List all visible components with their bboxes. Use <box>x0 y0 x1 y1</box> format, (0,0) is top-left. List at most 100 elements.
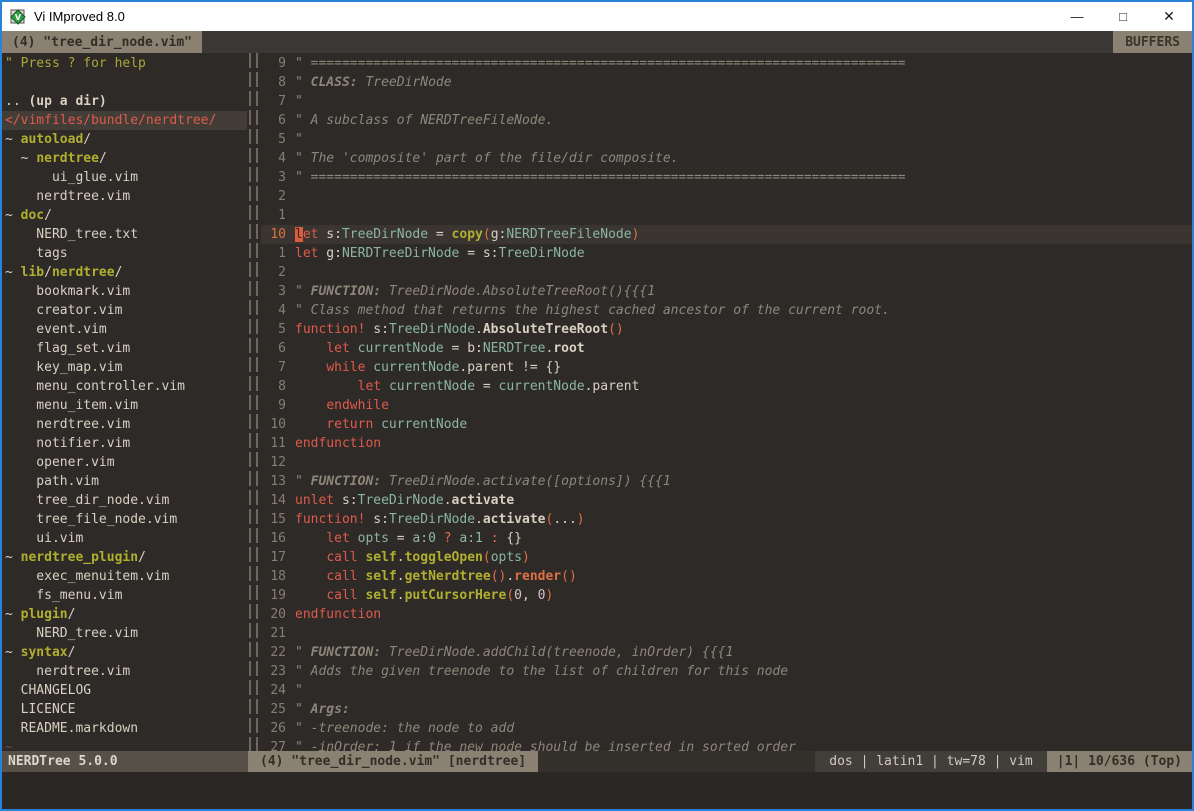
maximize-button[interactable]: □ <box>1100 2 1146 31</box>
code-line[interactable]: 8" CLASS: TreeDirNode <box>261 73 1192 92</box>
text-segment: currentNode <box>358 341 444 356</box>
text-segment <box>295 531 326 546</box>
code-line[interactable]: 2 <box>261 263 1192 282</box>
tree-row[interactable]: README.markdown <box>2 719 247 738</box>
line-number: 9 <box>261 54 295 73</box>
tree-row[interactable]: ~ plugin/ <box>2 605 247 624</box>
code-line[interactable]: 23" Adds the given treenode to the list … <box>261 662 1192 681</box>
tree-row[interactable]: opener.vim <box>2 453 247 472</box>
text-segment: / <box>99 151 107 166</box>
active-buffer-tab[interactable]: (4) "tree_dir_node.vim" <box>2 31 202 53</box>
code-line[interactable]: 16 let opts = a:0 ? a:1 : {} <box>261 529 1192 548</box>
code-line[interactable]: 14unlet s:TreeDirNode.activate <box>261 491 1192 510</box>
code-line[interactable]: 6" A subclass of NERDTreeFileNode. <box>261 111 1192 130</box>
tree-row[interactable]: ui.vim <box>2 529 247 548</box>
line-number: 6 <box>261 339 295 358</box>
tree-row[interactable]: .. (up a dir) <box>2 92 247 111</box>
close-button[interactable]: ✕ <box>1146 2 1192 31</box>
code-line-current[interactable]: 10let s:TreeDirNode = copy(g:NERDTreeFil… <box>261 225 1192 244</box>
tree-row[interactable]: tags <box>2 244 247 263</box>
code-line[interactable]: 19 call self.putCursorHere(0, 0) <box>261 586 1192 605</box>
tree-row[interactable]: event.vim <box>2 320 247 339</box>
code-line[interactable]: 18 call self.getNerdtree().render() <box>261 567 1192 586</box>
tree-row[interactable]: ~ doc/ <box>2 206 247 225</box>
text-segment: notifier.vim <box>5 436 130 451</box>
code-text: " <box>295 92 303 111</box>
tree-row[interactable]: key_map.vim <box>2 358 247 377</box>
tree-row[interactable]: " Press ? for help <box>2 54 247 73</box>
tree-row[interactable]: ui_glue.vim <box>2 168 247 187</box>
code-line[interactable]: 2 <box>261 187 1192 206</box>
code-line[interactable]: 5" <box>261 130 1192 149</box>
code-line[interactable]: 1let g:NERDTreeDirNode = s:TreeDirNode <box>261 244 1192 263</box>
code-line[interactable]: 3" FUNCTION: TreeDirNode.AbsoluteTreeRoo… <box>261 282 1192 301</box>
vertical-split-separator[interactable] <box>247 53 261 751</box>
tree-row[interactable]: ~ nerdtree/ <box>2 149 247 168</box>
text-segment: () <box>491 569 507 584</box>
line-number: 14 <box>261 491 295 510</box>
text-segment: tree_file_node.vim <box>5 512 177 527</box>
code-line[interactable]: 25" Args: <box>261 700 1192 719</box>
tree-row[interactable]: menu_controller.vim <box>2 377 247 396</box>
code-text: let currentNode = currentNode.parent <box>295 377 639 396</box>
tree-row[interactable]: tree_dir_node.vim <box>2 491 247 510</box>
tree-row[interactable]: ~ lib/nerdtree/ <box>2 263 247 282</box>
tree-row-selected[interactable]: </vimfiles/bundle/nerdtree/ <box>2 111 247 130</box>
code-line[interactable]: 24" <box>261 681 1192 700</box>
code-line[interactable]: 20endfunction <box>261 605 1192 624</box>
command-line[interactable] <box>2 772 1192 809</box>
text-segment: endfunction <box>295 436 381 451</box>
code-line[interactable]: 4" The 'composite' part of the file/dir … <box>261 149 1192 168</box>
tree-row[interactable]: path.vim <box>2 472 247 491</box>
tree-row[interactable]: NERD_tree.txt <box>2 225 247 244</box>
code-line[interactable]: 7 while currentNode.parent != {} <box>261 358 1192 377</box>
code-line[interactable]: 1 <box>261 206 1192 225</box>
text-segment: TreeDirNode <box>358 493 444 508</box>
tree-row[interactable]: bookmark.vim <box>2 282 247 301</box>
tree-row[interactable]: LICENCE <box>2 700 247 719</box>
code-line[interactable]: 26" -treenode: the node to add <box>261 719 1192 738</box>
text-segment: self <box>365 550 396 565</box>
code-line[interactable]: 12 <box>261 453 1192 472</box>
line-number: 24 <box>261 681 295 700</box>
code-line[interactable]: 4" Class method that returns the highest… <box>261 301 1192 320</box>
text-segment: call <box>326 569 357 584</box>
tree-row[interactable]: notifier.vim <box>2 434 247 453</box>
tree-row[interactable]: ~ autoload/ <box>2 130 247 149</box>
minimize-button[interactable]: — <box>1054 2 1100 31</box>
code-line[interactable]: 27" -inOrder: 1 if the new node should b… <box>261 738 1192 751</box>
text-segment: . <box>444 493 452 508</box>
tree-row[interactable]: fs_menu.vim <box>2 586 247 605</box>
tree-row[interactable]: creator.vim <box>2 301 247 320</box>
line-number: 8 <box>261 73 295 92</box>
tree-row[interactable]: ~ <box>2 738 247 751</box>
editor-panel: 9" =====================================… <box>261 53 1192 751</box>
tree-row[interactable] <box>2 73 247 92</box>
tree-row[interactable]: nerdtree.vim <box>2 662 247 681</box>
code-line[interactable]: 10 return currentNode <box>261 415 1192 434</box>
code-line[interactable]: 11endfunction <box>261 434 1192 453</box>
tree-row[interactable]: ~ nerdtree_plugin/ <box>2 548 247 567</box>
text-segment: self <box>365 569 396 584</box>
code-line[interactable]: 17 call self.toggleOpen(opts) <box>261 548 1192 567</box>
code-line[interactable]: 5function! s:TreeDirNode.AbsoluteTreeRoo… <box>261 320 1192 339</box>
tree-row[interactable]: exec_menuitem.vim <box>2 567 247 586</box>
code-line[interactable]: 21 <box>261 624 1192 643</box>
tree-row[interactable]: ~ syntax/ <box>2 643 247 662</box>
code-line[interactable]: 6 let currentNode = b:NERDTree.root <box>261 339 1192 358</box>
code-line[interactable]: 13" FUNCTION: TreeDirNode.activate([opti… <box>261 472 1192 491</box>
tree-row[interactable]: NERD_tree.vim <box>2 624 247 643</box>
code-line[interactable]: 15function! s:TreeDirNode.activate(...) <box>261 510 1192 529</box>
tree-row[interactable]: tree_file_node.vim <box>2 510 247 529</box>
tree-row[interactable]: CHANGELOG <box>2 681 247 700</box>
tree-row[interactable]: nerdtree.vim <box>2 187 247 206</box>
code-line[interactable]: 9" =====================================… <box>261 54 1192 73</box>
code-line[interactable]: 3" =====================================… <box>261 168 1192 187</box>
tree-row[interactable]: flag_set.vim <box>2 339 247 358</box>
code-line[interactable]: 8 let currentNode = currentNode.parent <box>261 377 1192 396</box>
code-line[interactable]: 22" FUNCTION: TreeDirNode.addChild(treen… <box>261 643 1192 662</box>
code-line[interactable]: 9 endwhile <box>261 396 1192 415</box>
code-line[interactable]: 7" <box>261 92 1192 111</box>
tree-row[interactable]: nerdtree.vim <box>2 415 247 434</box>
tree-row[interactable]: menu_item.vim <box>2 396 247 415</box>
